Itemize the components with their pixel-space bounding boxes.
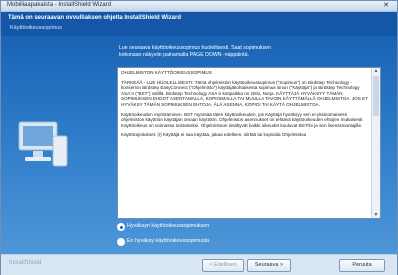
license-paragraph-2: Käyttöoikeuden myöntäminen. BST myöntää … xyxy=(121,111,364,128)
accept-label[interactable]: Hyväksyn käyttöoikeussopimuksen xyxy=(127,222,209,231)
scroll-up-icon[interactable]: ▲ xyxy=(373,68,379,74)
license-textbox[interactable]: OHJELMISTON KÄYTTÖOIKEUSSOPIMUS TÄRKEÄÄ … xyxy=(117,67,381,219)
wizard-footer: InstallShield < Edellinen Seuraava > Per… xyxy=(1,254,397,275)
installshield-brand: InstallShield xyxy=(9,260,42,266)
license-paragraph-3: Käyttörajoitukset. (i) Käyttäjä ei saa k… xyxy=(121,132,307,138)
header-subtitle: Käyttöoikeussopimus xyxy=(10,25,62,31)
license-scrollbar[interactable]: ▲ ▼ xyxy=(371,68,380,218)
computer-illustration-icon xyxy=(18,121,68,167)
license-paragraph-1: TÄRKEÄÄ - LUE HUOLELLISESTI: Tämä ohjelm… xyxy=(121,79,368,107)
installer-window: Mobiiliaapakaista - InstallShield Wizard… xyxy=(0,0,398,275)
wizard-header: Tämä on seuraavan ovvulliaksen ohjelta I… xyxy=(1,12,397,36)
license-heading: OHJELMISTON KÄYTTÖOIKEUSSOPIMUS xyxy=(121,70,212,75)
decline-radio[interactable] xyxy=(117,238,125,246)
window-title: Mobiiliaapakaista - InstallShield Wizard xyxy=(7,2,112,8)
decline-label[interactable]: En hyväksy käyttöoikeussopimusta xyxy=(127,237,209,246)
scrollbar-thumb[interactable] xyxy=(373,76,379,116)
cancel-button[interactable]: Peruuta xyxy=(339,259,385,272)
wizard-content: Lue seuraava käyttöoikeussopimus huolell… xyxy=(1,36,397,254)
intro-line-2: kokonaan näkyviin painamalla PAGE DOWN -… xyxy=(119,52,249,58)
license-text: OHJELMISTON KÄYTTÖOIKEUSSOPIMUS TÄRKEÄÄ … xyxy=(121,70,371,142)
scroll-down-icon[interactable]: ▼ xyxy=(373,212,379,218)
header-title: Tämä on seuraavan ovvulliaksen ohjelta I… xyxy=(8,15,182,21)
title-bar: Mobiiliaapakaista - InstallShield Wizard… xyxy=(1,1,397,12)
close-icon[interactable]: ✕ xyxy=(381,2,391,10)
accept-radio[interactable] xyxy=(117,223,125,231)
next-button[interactable]: Seuraava > xyxy=(247,259,291,272)
intro-line-1: Lue seuraava käyttöoikeussopimus huolell… xyxy=(119,45,271,51)
intro-text: Lue seuraava käyttöoikeussopimus huolell… xyxy=(119,45,389,59)
back-button[interactable]: < Edellinen xyxy=(202,259,244,272)
